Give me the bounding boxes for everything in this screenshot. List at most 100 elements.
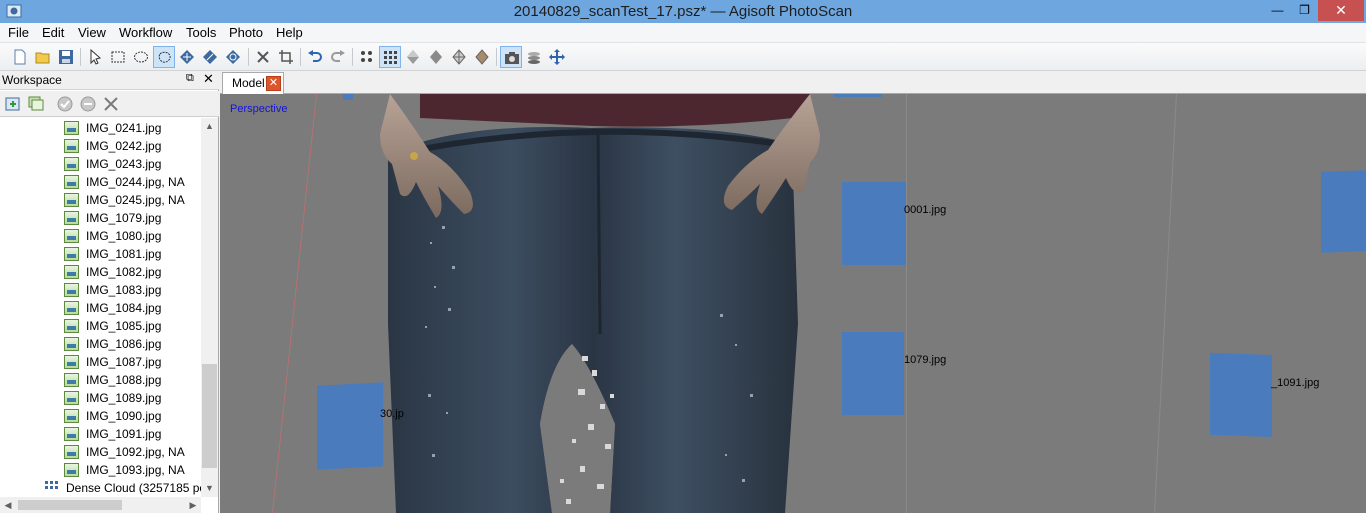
menu-edit[interactable]: Edit — [42, 23, 64, 43]
camera-plane[interactable] — [1210, 352, 1272, 438]
list-item[interactable]: IMG_0242.jpg — [0, 137, 201, 155]
pointer-icon[interactable] — [84, 46, 106, 68]
solid-icon[interactable] — [425, 46, 447, 68]
scroll-left-icon[interactable]: ◀ — [0, 497, 16, 513]
menu-workflow[interactable]: Workflow — [119, 23, 172, 43]
show-cameras-icon[interactable] — [500, 46, 522, 68]
list-item[interactable]: IMG_1088.jpg — [0, 371, 201, 389]
show-points-icon[interactable] — [356, 46, 378, 68]
rotate-region-icon[interactable] — [222, 46, 244, 68]
camera-plane[interactable] — [842, 332, 904, 415]
camera-plane[interactable] — [1321, 170, 1366, 253]
photo-icon — [64, 193, 79, 207]
camera-label: _1091.jpg — [1271, 377, 1320, 389]
photo-icon — [64, 301, 79, 315]
workspace-title: Workspace — [2, 73, 62, 87]
minimize-button[interactable]: — — [1264, 0, 1291, 21]
navigation-icon[interactable] — [546, 46, 568, 68]
photo-icon — [64, 355, 79, 369]
wireframe-icon[interactable] — [448, 46, 470, 68]
menu-photo[interactable]: Photo — [229, 23, 263, 43]
close-tab-icon[interactable]: ✕ — [266, 76, 281, 91]
camera-plane[interactable] — [343, 94, 353, 100]
window-title: 20140829_scanTest_17.psz* — Agisoft Phot… — [513, 3, 853, 20]
photo-icon — [64, 427, 79, 441]
float-panel-icon[interactable]: ⧉ — [186, 72, 194, 85]
workspace-header: Workspace ⧉ ✕ — [0, 71, 219, 90]
crop-icon[interactable] — [275, 46, 297, 68]
workspace-tree[interactable]: IMG_0241.jpg IMG_0242.jpg IMG_0243.jpg I… — [0, 118, 201, 497]
move-region-icon[interactable] — [176, 46, 198, 68]
disable-camera-icon[interactable] — [79, 95, 97, 113]
undo-icon[interactable] — [304, 46, 326, 68]
list-item[interactable]: IMG_1087.jpg — [0, 353, 201, 371]
dense-cloud-item[interactable]: Dense Cloud (3257185 po — [0, 479, 201, 497]
list-item[interactable]: IMG_1089.jpg — [0, 389, 201, 407]
textured-icon[interactable] — [471, 46, 493, 68]
list-item[interactable]: IMG_0244.jpg, NA — [0, 173, 201, 191]
add-chunk-icon[interactable] — [4, 95, 22, 113]
list-item[interactable]: IMG_1085.jpg — [0, 317, 201, 335]
resize-region-icon[interactable] — [199, 46, 221, 68]
dense-cloud-icon[interactable] — [379, 46, 401, 68]
delete-icon[interactable] — [252, 46, 274, 68]
photo-icon — [64, 175, 79, 189]
title-bar: 20140829_scanTest_17.psz* — Agisoft Phot… — [0, 0, 1366, 23]
photo-icon — [64, 247, 79, 261]
menu-view[interactable]: View — [78, 23, 106, 43]
close-window-button[interactable]: ✕ — [1318, 0, 1364, 21]
circle-select-icon[interactable] — [130, 46, 152, 68]
camera-plane[interactable] — [834, 94, 882, 97]
scroll-thumb[interactable] — [202, 364, 217, 468]
menu-help[interactable]: Help — [276, 23, 303, 43]
new-icon[interactable] — [9, 46, 31, 68]
list-item[interactable]: IMG_1080.jpg — [0, 227, 201, 245]
camera-plane[interactable] — [842, 182, 906, 265]
view-tab-bar: Model ✕ — [220, 71, 1366, 94]
photo-icon — [64, 409, 79, 423]
menu-tools[interactable]: Tools — [186, 23, 216, 43]
list-item[interactable]: IMG_1092.jpg, NA — [0, 443, 201, 461]
close-panel-icon[interactable]: ✕ — [203, 71, 214, 87]
list-item[interactable]: IMG_1086.jpg — [0, 335, 201, 353]
list-item[interactable]: IMG_1091.jpg — [0, 425, 201, 443]
photo-icon — [64, 373, 79, 387]
show-region-icon[interactable] — [523, 46, 545, 68]
photoscan-app-icon[interactable] — [6, 3, 22, 19]
list-item[interactable]: IMG_1082.jpg — [0, 263, 201, 281]
model-viewport[interactable]: 0001.jpg 1079.jpg _1091.jpg 30.jp Perspe… — [220, 94, 1366, 513]
scroll-up-icon[interactable]: ▲ — [201, 118, 218, 135]
projection-label: Perspective — [230, 103, 288, 115]
list-item[interactable]: IMG_1093.jpg, NA — [0, 461, 201, 479]
scroll-down-icon[interactable]: ▼ — [201, 480, 218, 497]
rect-select-icon[interactable] — [107, 46, 129, 68]
workspace-toolbar — [0, 91, 219, 117]
save-icon[interactable] — [55, 46, 77, 68]
list-item[interactable]: IMG_1090.jpg — [0, 407, 201, 425]
maximize-button[interactable]: ❐ — [1291, 0, 1318, 21]
redo-icon[interactable] — [327, 46, 349, 68]
toolbar-separator — [300, 48, 301, 66]
open-icon[interactable] — [32, 46, 54, 68]
list-item[interactable]: IMG_1079.jpg — [0, 209, 201, 227]
remove-item-icon[interactable] — [102, 95, 120, 113]
camera-plane[interactable] — [317, 382, 383, 470]
list-item[interactable]: IMG_0241.jpg — [0, 119, 201, 137]
add-photos-icon[interactable] — [27, 95, 45, 113]
shaded-icon[interactable] — [402, 46, 424, 68]
photo-icon — [64, 265, 79, 279]
list-item[interactable]: IMG_1081.jpg — [0, 245, 201, 263]
menu-file[interactable]: File — [8, 23, 29, 43]
list-item[interactable]: IMG_1083.jpg — [0, 281, 201, 299]
workspace-horizontal-scrollbar[interactable]: ◀ ▶ — [0, 497, 201, 513]
list-item[interactable]: IMG_1084.jpg — [0, 299, 201, 317]
scroll-right-icon[interactable]: ▶ — [185, 497, 201, 513]
enable-camera-icon[interactable] — [56, 95, 74, 113]
workspace-vertical-scrollbar[interactable]: ▲ ▼ — [201, 118, 218, 497]
list-item[interactable]: IMG_0245.jpg, NA — [0, 191, 201, 209]
free-select-icon[interactable] — [153, 46, 175, 68]
list-item[interactable]: IMG_0243.jpg — [0, 155, 201, 173]
scroll-thumb[interactable] — [18, 500, 122, 510]
dense-point-cloud — [380, 94, 820, 513]
tab-model[interactable]: Model ✕ — [222, 72, 284, 94]
